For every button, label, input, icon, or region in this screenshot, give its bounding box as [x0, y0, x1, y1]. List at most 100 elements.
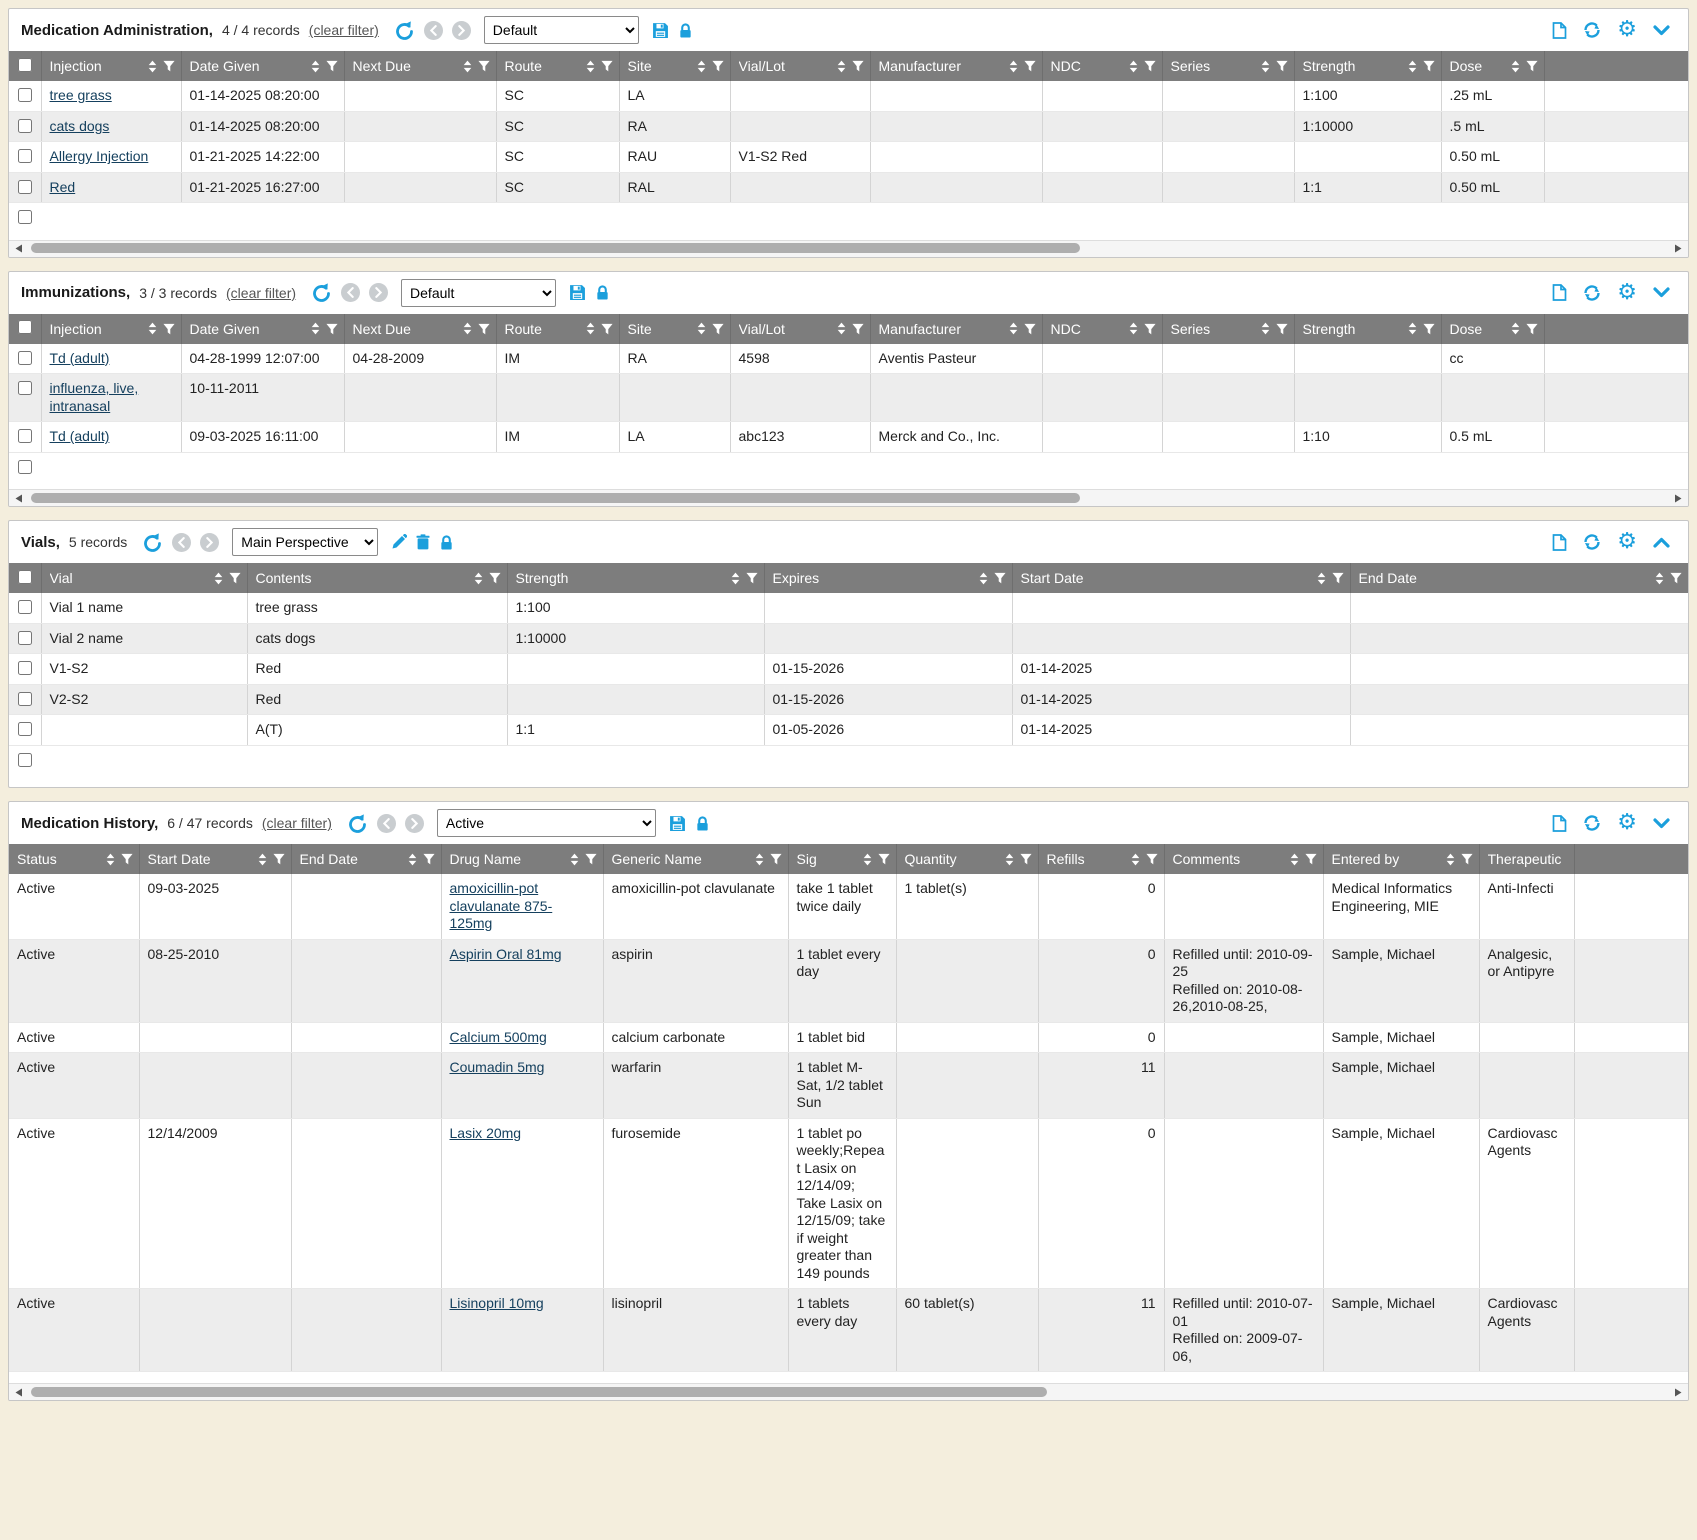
column-header[interactable]: Status: [9, 844, 139, 874]
next-record-icon[interactable]: [405, 814, 424, 833]
new-record-icon[interactable]: [1552, 22, 1567, 39]
filter-icon[interactable]: [1144, 323, 1156, 335]
column-header[interactable]: Series: [1162, 51, 1294, 81]
scrollbar-thumb[interactable]: [31, 493, 1080, 503]
filter-icon[interactable]: [1670, 572, 1682, 584]
filter-icon[interactable]: [585, 853, 597, 865]
row-checkbox[interactable]: [18, 600, 32, 614]
record-link[interactable]: Coumadin 5mg: [450, 1059, 545, 1075]
new-record-icon[interactable]: [1552, 534, 1567, 551]
filter-icon[interactable]: [601, 60, 613, 72]
row-checkbox[interactable]: [18, 460, 32, 474]
filter-icon[interactable]: [601, 323, 613, 335]
refresh-icon[interactable]: [1583, 533, 1601, 551]
column-header[interactable]: Contents: [247, 563, 507, 593]
save-icon[interactable]: [669, 815, 686, 832]
filter-icon[interactable]: [163, 323, 175, 335]
column-header[interactable]: Strength: [507, 563, 764, 593]
column-header[interactable]: Start Date: [139, 844, 291, 874]
table-row[interactable]: influenza, live, intranasal10-11-2011: [9, 374, 1688, 422]
previous-record-icon[interactable]: [424, 21, 443, 40]
refresh-icon[interactable]: [1583, 284, 1601, 302]
sort-icon[interactable]: [731, 572, 740, 585]
gear-icon[interactable]: ⚙: [1617, 531, 1637, 553]
filter-icon[interactable]: [1024, 323, 1036, 335]
column-header[interactable]: Dose: [1441, 51, 1544, 81]
lock-icon[interactable]: [678, 22, 693, 39]
row-checkbox[interactable]: [18, 753, 32, 767]
column-header[interactable]: Generic Name: [603, 844, 788, 874]
column-header[interactable]: Therapeutic: [1479, 844, 1574, 874]
gear-icon[interactable]: ⚙: [1617, 19, 1637, 41]
sort-icon[interactable]: [311, 322, 320, 335]
sort-icon[interactable]: [837, 322, 846, 335]
table-row[interactable]: A(T)1:101-05-202601-14-2025: [9, 715, 1688, 746]
sort-icon[interactable]: [1408, 322, 1417, 335]
row-checkbox[interactable]: [18, 149, 32, 163]
filter-icon[interactable]: [994, 572, 1006, 584]
filter-icon[interactable]: [326, 60, 338, 72]
sort-icon[interactable]: [1511, 322, 1520, 335]
row-checkbox[interactable]: [18, 88, 32, 102]
collapse-panel-icon[interactable]: [1653, 818, 1670, 829]
sort-icon[interactable]: [1261, 60, 1270, 73]
table-row[interactable]: ActiveCalcium 500mgcalcium carbonate1 ta…: [9, 1022, 1688, 1053]
new-record-icon[interactable]: [1552, 815, 1567, 832]
sort-icon[interactable]: [148, 60, 157, 73]
column-header[interactable]: Manufacturer: [870, 51, 1042, 81]
row-checkbox[interactable]: [18, 381, 32, 395]
lock-icon[interactable]: [439, 534, 454, 551]
scrollbar-track[interactable]: [29, 241, 1668, 257]
column-header[interactable]: Injection: [41, 314, 181, 344]
clear-filter-link[interactable]: (clear filter): [309, 22, 379, 38]
record-link[interactable]: Allergy Injection: [50, 148, 149, 164]
row-checkbox[interactable]: [18, 661, 32, 675]
filter-icon[interactable]: [852, 60, 864, 72]
column-header[interactable]: Refills: [1038, 844, 1164, 874]
horizontal-scrollbar[interactable]: [9, 489, 1688, 506]
filter-icon[interactable]: [273, 853, 285, 865]
sort-icon[interactable]: [1446, 853, 1455, 866]
clear-filter-link[interactable]: (clear filter): [262, 815, 332, 831]
record-link[interactable]: influenza, live, intranasal: [50, 380, 139, 414]
column-header[interactable]: Expires: [764, 563, 1012, 593]
table-row[interactable]: Red01-21-2025 16:27:00SCRAL1:10.50 mL: [9, 172, 1688, 203]
sort-icon[interactable]: [1009, 322, 1018, 335]
collapse-panel-icon[interactable]: [1653, 287, 1670, 298]
scroll-right-icon[interactable]: [1668, 241, 1688, 257]
undo-icon[interactable]: [311, 283, 332, 302]
next-record-icon[interactable]: [369, 283, 388, 302]
column-header[interactable]: Strength: [1294, 314, 1441, 344]
column-header[interactable]: Next Due: [344, 51, 496, 81]
collapse-panel-icon[interactable]: [1653, 25, 1670, 36]
gear-icon[interactable]: ⚙: [1617, 812, 1637, 834]
sort-icon[interactable]: [697, 322, 706, 335]
table-row[interactable]: V2-S2Red01-15-202601-14-2025: [9, 684, 1688, 715]
clear-filter-link[interactable]: (clear filter): [226, 285, 296, 301]
record-link[interactable]: Td (adult): [50, 350, 110, 366]
filter-icon[interactable]: [489, 572, 501, 584]
sort-icon[interactable]: [214, 572, 223, 585]
record-link[interactable]: Lasix 20mg: [450, 1125, 522, 1141]
sort-icon[interactable]: [1317, 572, 1326, 585]
undo-icon[interactable]: [347, 814, 368, 833]
next-record-icon[interactable]: [200, 533, 219, 552]
scroll-left-icon[interactable]: [9, 1384, 29, 1400]
filter-icon[interactable]: [1332, 572, 1344, 584]
filter-icon[interactable]: [770, 853, 782, 865]
scrollbar-thumb[interactable]: [31, 243, 1080, 253]
select-all-checkbox[interactable]: [18, 570, 32, 584]
sort-icon[interactable]: [1408, 60, 1417, 73]
filter-icon[interactable]: [478, 323, 490, 335]
column-header[interactable]: Start Date: [1012, 563, 1350, 593]
sort-icon[interactable]: [755, 853, 764, 866]
scroll-right-icon[interactable]: [1668, 1384, 1688, 1400]
save-icon[interactable]: [569, 284, 586, 301]
filter-icon[interactable]: [1526, 60, 1538, 72]
lock-icon[interactable]: [695, 815, 710, 832]
row-checkbox[interactable]: [18, 722, 32, 736]
column-header[interactable]: Site: [619, 314, 730, 344]
record-link[interactable]: amoxicillin-pot clavulanate 875-125mg: [450, 880, 553, 931]
sort-icon[interactable]: [463, 322, 472, 335]
sort-icon[interactable]: [1290, 853, 1299, 866]
